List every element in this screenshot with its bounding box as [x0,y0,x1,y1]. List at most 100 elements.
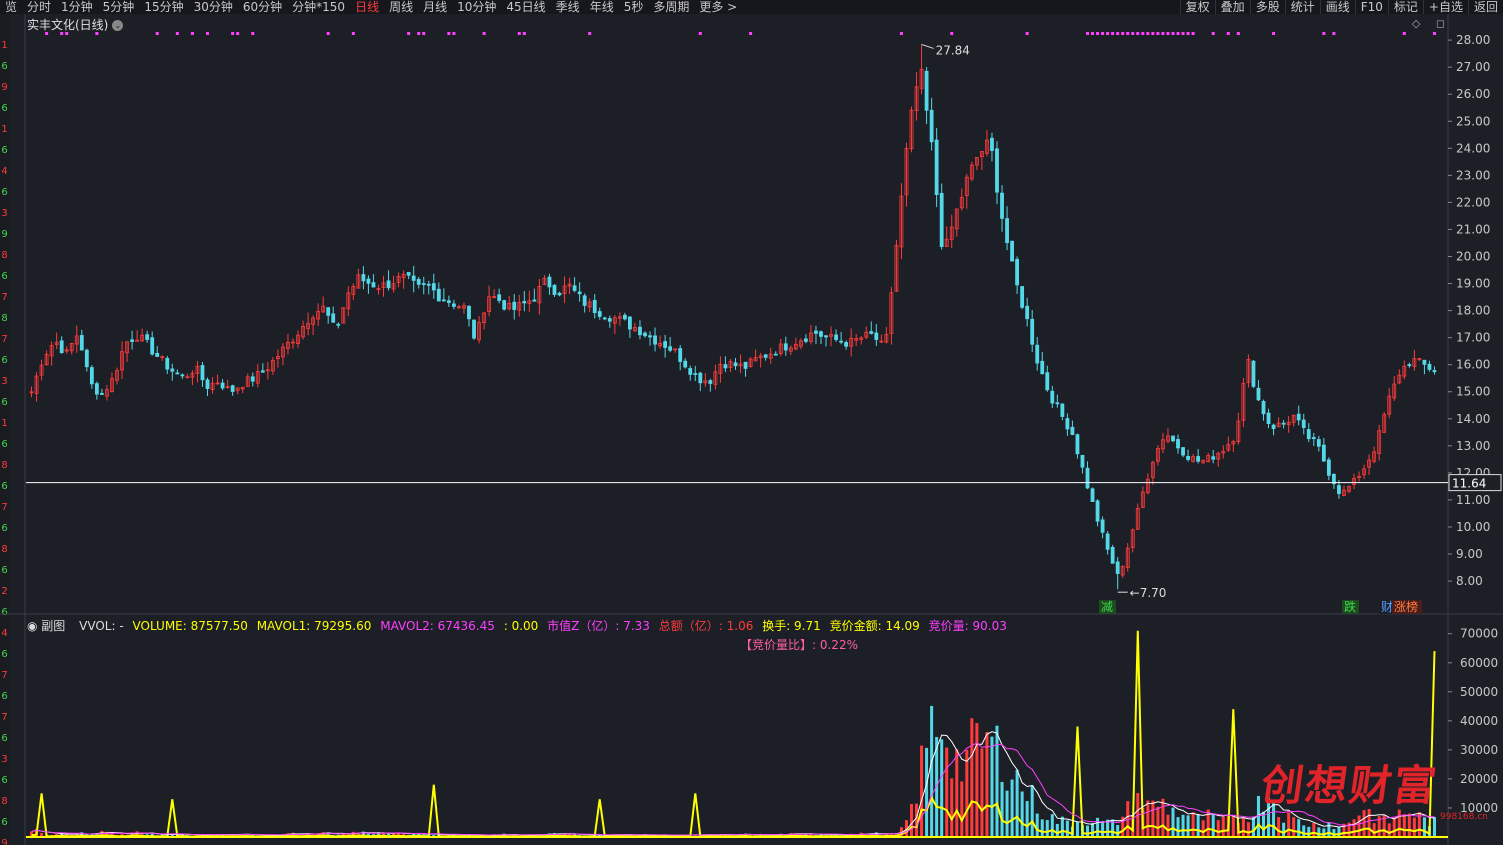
signal-dot [1136,32,1140,35]
signal-dot [1131,32,1135,35]
candle-body [386,280,391,289]
candle-body [145,334,150,340]
mavol2-value: MAVOL2: 67436.45 [380,619,495,633]
signal-dot [1322,32,1326,35]
sub-panel-name[interactable]: ◉ 副图 [27,619,70,633]
volume-bar [1030,785,1034,837]
volume-tick-label: 50000 [1460,685,1498,699]
candle-body [597,311,602,317]
signal-dot [1025,32,1029,35]
volume-bar [1055,823,1059,837]
candle-body [678,348,683,362]
candle-body [552,284,557,295]
volume-bar [1432,817,1436,837]
candle-body [1186,455,1190,460]
candle-body [79,335,84,351]
volume-bar [930,705,934,837]
candle-body [1281,422,1286,425]
auction-vol-value: 竞价量: 90.03 [928,619,1007,633]
candle-body [512,301,517,310]
candle-body [336,323,341,326]
volume-bar [985,732,989,837]
volume-bar [1402,814,1406,837]
signal-dot [206,32,209,35]
volume-bar [1186,815,1190,837]
signal-dot [422,32,426,35]
signal-dot [1086,32,1089,35]
volume-bar [950,778,954,837]
candle-body [200,365,205,381]
candle-body [1005,218,1009,244]
signal-dot [1116,32,1120,35]
candle-body [100,393,104,395]
y-tick-label: 8.00 [1456,574,1483,588]
candle-body [688,368,693,375]
volume-bar [1116,825,1120,837]
signal-dot [351,32,355,35]
candle-body [577,291,582,295]
volume-bar [1035,813,1039,837]
high-label: 27.84 [936,43,970,57]
candle-body [804,338,808,342]
candle-body [1337,485,1341,494]
volume-bar [960,781,964,837]
signal-dot [236,32,240,35]
candle-body [1020,286,1025,308]
candle-body [1000,192,1004,219]
signal-dot [1176,32,1180,35]
candle-body [502,300,507,310]
y-tick-label: 19.00 [1456,277,1490,291]
volume-tick-label: 60000 [1460,656,1498,670]
candle-body [406,272,411,276]
candle-body [1301,419,1306,428]
signal-dot [1151,32,1155,35]
volume-bar [1045,820,1049,837]
candle-body [1040,360,1045,375]
signal-dot [1106,32,1110,35]
signal-dot [1171,32,1175,35]
candle-body [416,278,421,285]
candle-body [130,339,134,342]
volume-bar [1302,825,1306,837]
y-tick-label: 26.00 [1456,87,1490,101]
candle-body [1427,363,1432,370]
volume-bar [1287,812,1291,837]
candle-body [230,385,235,392]
y-tick-label: 16.00 [1456,358,1490,372]
candle-body [628,316,632,330]
y-tick-label: 27.00 [1456,60,1490,74]
candle-body [1432,370,1437,373]
candle-body [1171,435,1175,442]
signal-dot [155,32,159,35]
candle-body [1100,519,1105,533]
volume-bar [1317,827,1321,837]
signal-dot [1191,32,1195,35]
volume-bar [1005,790,1009,837]
candle-body [451,303,456,307]
candle-body [421,283,426,285]
sub-panel-header: ◉ 副图 VVOL: - VOLUME: 87577.50 MAVOL1: 79… [27,617,1012,634]
candle-body [1050,390,1055,404]
candle-body [668,346,673,351]
volume-bar [1216,820,1220,837]
candle-body [431,283,436,291]
volume-bar [1156,806,1160,837]
volume-bar [1015,769,1019,837]
volume-bar [970,718,974,837]
candle-body [924,70,929,111]
volume-line [31,630,1436,838]
candle-body [547,276,552,288]
candle-body [326,307,331,316]
volume-bar [1352,819,1356,837]
candle-body [1326,459,1331,476]
mavol1-value: MAVOL1: 79295.60 [256,619,372,633]
candle-body [743,361,748,369]
volume-bar [1065,820,1069,837]
candle-body [693,373,698,375]
volume-bar [945,747,949,837]
candle-body [1176,439,1180,449]
candle-body [1296,413,1301,421]
candle-body [1196,456,1201,462]
candle-body [663,341,668,348]
candle-body [59,340,64,354]
